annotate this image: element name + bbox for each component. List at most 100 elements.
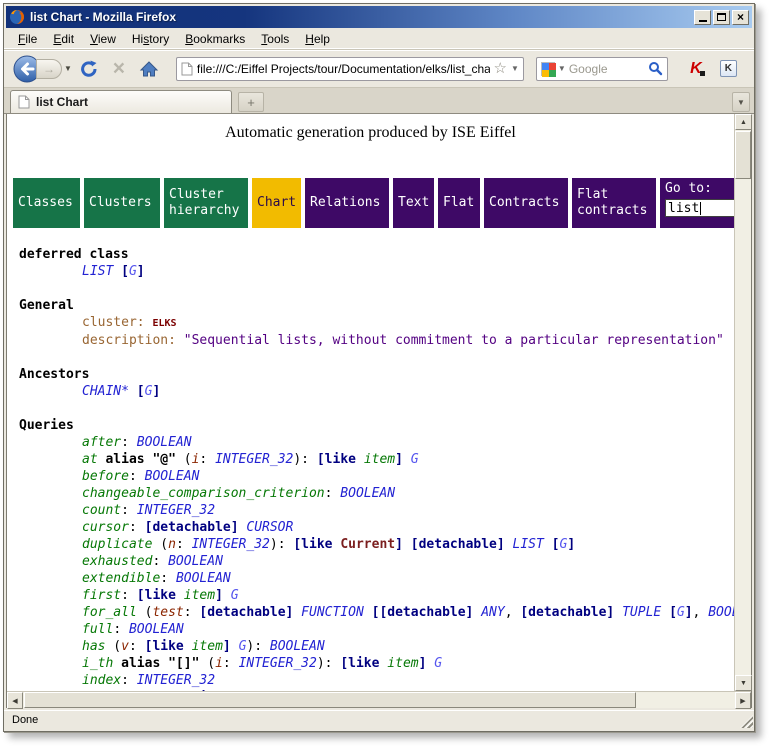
- feature-link[interactable]: has: [82, 639, 105, 654]
- nav-button-classes[interactable]: Classes: [13, 178, 80, 228]
- search-input[interactable]: Google: [569, 62, 645, 76]
- class-link[interactable]: BOOLEAN: [708, 605, 734, 620]
- search-go-icon[interactable]: [648, 61, 663, 76]
- class-link[interactable]: BOOLEAN: [145, 469, 200, 484]
- generic-link[interactable]: G: [129, 264, 137, 279]
- class-link[interactable]: FUNCTION: [301, 605, 364, 620]
- class-link[interactable]: LIST: [513, 537, 544, 552]
- nav-button-text[interactable]: Text: [393, 178, 434, 228]
- history-dropdown-icon[interactable]: ▼: [64, 64, 72, 73]
- generic-link[interactable]: G: [231, 588, 239, 603]
- scroll-left-button[interactable]: ◀: [7, 692, 23, 709]
- feature-link[interactable]: index_of: [82, 690, 145, 691]
- feature-link[interactable]: changeable_comparison_criterion: [82, 486, 325, 501]
- class-link[interactable]: BOOLEAN: [176, 571, 231, 586]
- feature-link[interactable]: index: [82, 673, 121, 688]
- feature-link[interactable]: item: [387, 656, 418, 671]
- generic-link[interactable]: G: [677, 605, 685, 620]
- feature-link[interactable]: cursor: [82, 520, 129, 535]
- code-text: ):: [317, 656, 340, 671]
- feature-link[interactable]: item: [231, 690, 262, 691]
- feature-link[interactable]: duplicate: [82, 537, 152, 552]
- vertical-scroll-thumb[interactable]: [735, 131, 751, 179]
- feature-link[interactable]: after: [82, 435, 121, 450]
- menu-edit[interactable]: Edit: [45, 30, 82, 48]
- generic-link[interactable]: G: [434, 656, 442, 671]
- feature-link[interactable]: count: [82, 503, 121, 518]
- title-bar[interactable]: list Chart - Mozilla Firefox ×: [6, 6, 752, 28]
- nav-button-chart[interactable]: Chart: [252, 178, 301, 228]
- class-link[interactable]: CURSOR: [246, 520, 293, 535]
- close-button[interactable]: ×: [732, 10, 749, 25]
- stop-button[interactable]: ×: [106, 59, 132, 79]
- class-link[interactable]: BOOLEAN: [137, 435, 192, 450]
- nav-button-flat[interactable]: Flat: [438, 178, 480, 228]
- menu-help[interactable]: Help: [297, 30, 338, 48]
- nav-button-contracts[interactable]: Contracts: [484, 178, 568, 228]
- vertical-scroll-track[interactable]: [735, 179, 751, 675]
- class-link[interactable]: TUPLE: [622, 605, 661, 620]
- generic-link[interactable]: G: [278, 690, 286, 691]
- menu-bookmarks[interactable]: Bookmarks: [177, 30, 253, 48]
- class-link[interactable]: ANY: [481, 605, 504, 620]
- url-dropdown-icon[interactable]: ▼: [511, 64, 519, 73]
- address-bar[interactable]: file:///C:/Eiffel Projects/tour/Document…: [176, 57, 524, 81]
- class-link[interactable]: INTEGER_32: [137, 503, 215, 518]
- k-addon-button[interactable]: K: [720, 60, 737, 77]
- scroll-down-button[interactable]: ▼: [735, 675, 752, 691]
- feature-link[interactable]: exhausted: [82, 554, 152, 569]
- generic-link[interactable]: G: [411, 452, 419, 467]
- maximize-button[interactable]: [713, 10, 730, 25]
- nav-button-relations[interactable]: Relations: [305, 178, 389, 228]
- class-link[interactable]: CHAIN*: [82, 384, 129, 399]
- class-link[interactable]: INTEGER_32: [239, 656, 317, 671]
- class-link[interactable]: INTEGER_32: [192, 537, 270, 552]
- class-link[interactable]: BOOLEAN: [270, 639, 325, 654]
- scroll-up-button[interactable]: ▲: [735, 114, 752, 130]
- class-link[interactable]: INTEGER_32: [137, 673, 215, 688]
- bookmark-star-icon[interactable]: ☆: [494, 62, 507, 76]
- list-all-tabs-button[interactable]: ▼: [732, 92, 750, 112]
- feature-link[interactable]: item: [364, 452, 395, 467]
- class-link[interactable]: INTEGER_32: [215, 452, 293, 467]
- feature-link[interactable]: at: [82, 452, 98, 467]
- feature-link[interactable]: full: [82, 622, 113, 637]
- home-button[interactable]: [136, 60, 162, 78]
- class-link[interactable]: LIST: [82, 264, 113, 279]
- reload-button[interactable]: [76, 59, 102, 79]
- feature-link[interactable]: extendible: [82, 571, 160, 586]
- forward-button[interactable]: →: [36, 59, 62, 79]
- feature-link[interactable]: item: [184, 588, 215, 603]
- feature-link[interactable]: i_th: [82, 656, 113, 671]
- new-tab-button[interactable]: +: [238, 92, 264, 112]
- code-line: count: INTEGER_32: [19, 502, 734, 519]
- scroll-right-button[interactable]: ▶: [735, 692, 751, 709]
- class-link[interactable]: INTEGER_32: [426, 690, 504, 691]
- search-engine-dropdown-icon[interactable]: ▼: [558, 64, 566, 73]
- tab-list-chart[interactable]: list Chart: [10, 90, 232, 113]
- kaspersky-icon[interactable]: K: [686, 60, 706, 78]
- class-link[interactable]: BOOLEAN: [129, 622, 184, 637]
- feature-link[interactable]: before: [82, 469, 129, 484]
- class-link[interactable]: INTEGER_32: [325, 690, 403, 691]
- menu-file[interactable]: File: [10, 30, 45, 48]
- vertical-scrollbar[interactable]: ▲ ▼: [734, 114, 751, 691]
- search-box[interactable]: ▼ Google: [536, 57, 668, 81]
- nav-button-cluster-hierarchy[interactable]: Cluster hierarchy: [164, 178, 248, 228]
- nav-button-flat-contracts[interactable]: Flat contracts: [572, 178, 656, 228]
- minimize-button[interactable]: [694, 10, 711, 25]
- class-link[interactable]: BOOLEAN: [340, 486, 395, 501]
- feature-link[interactable]: for_all: [82, 605, 137, 620]
- horizontal-scroll-thumb[interactable]: [24, 692, 636, 708]
- menu-history[interactable]: History: [124, 30, 177, 48]
- menu-view[interactable]: View: [82, 30, 124, 48]
- feature-link[interactable]: first: [82, 588, 121, 603]
- horizontal-scroll-track[interactable]: [636, 692, 735, 708]
- feature-link[interactable]: item: [192, 639, 223, 654]
- nav-button-clusters[interactable]: Clusters: [84, 178, 160, 228]
- class-link[interactable]: BOOLEAN: [168, 554, 223, 569]
- goto-input[interactable]: list: [665, 199, 734, 217]
- menu-tools[interactable]: Tools: [253, 30, 297, 48]
- resize-grip[interactable]: [740, 715, 753, 728]
- horizontal-scrollbar[interactable]: ◀ ▶: [7, 691, 751, 708]
